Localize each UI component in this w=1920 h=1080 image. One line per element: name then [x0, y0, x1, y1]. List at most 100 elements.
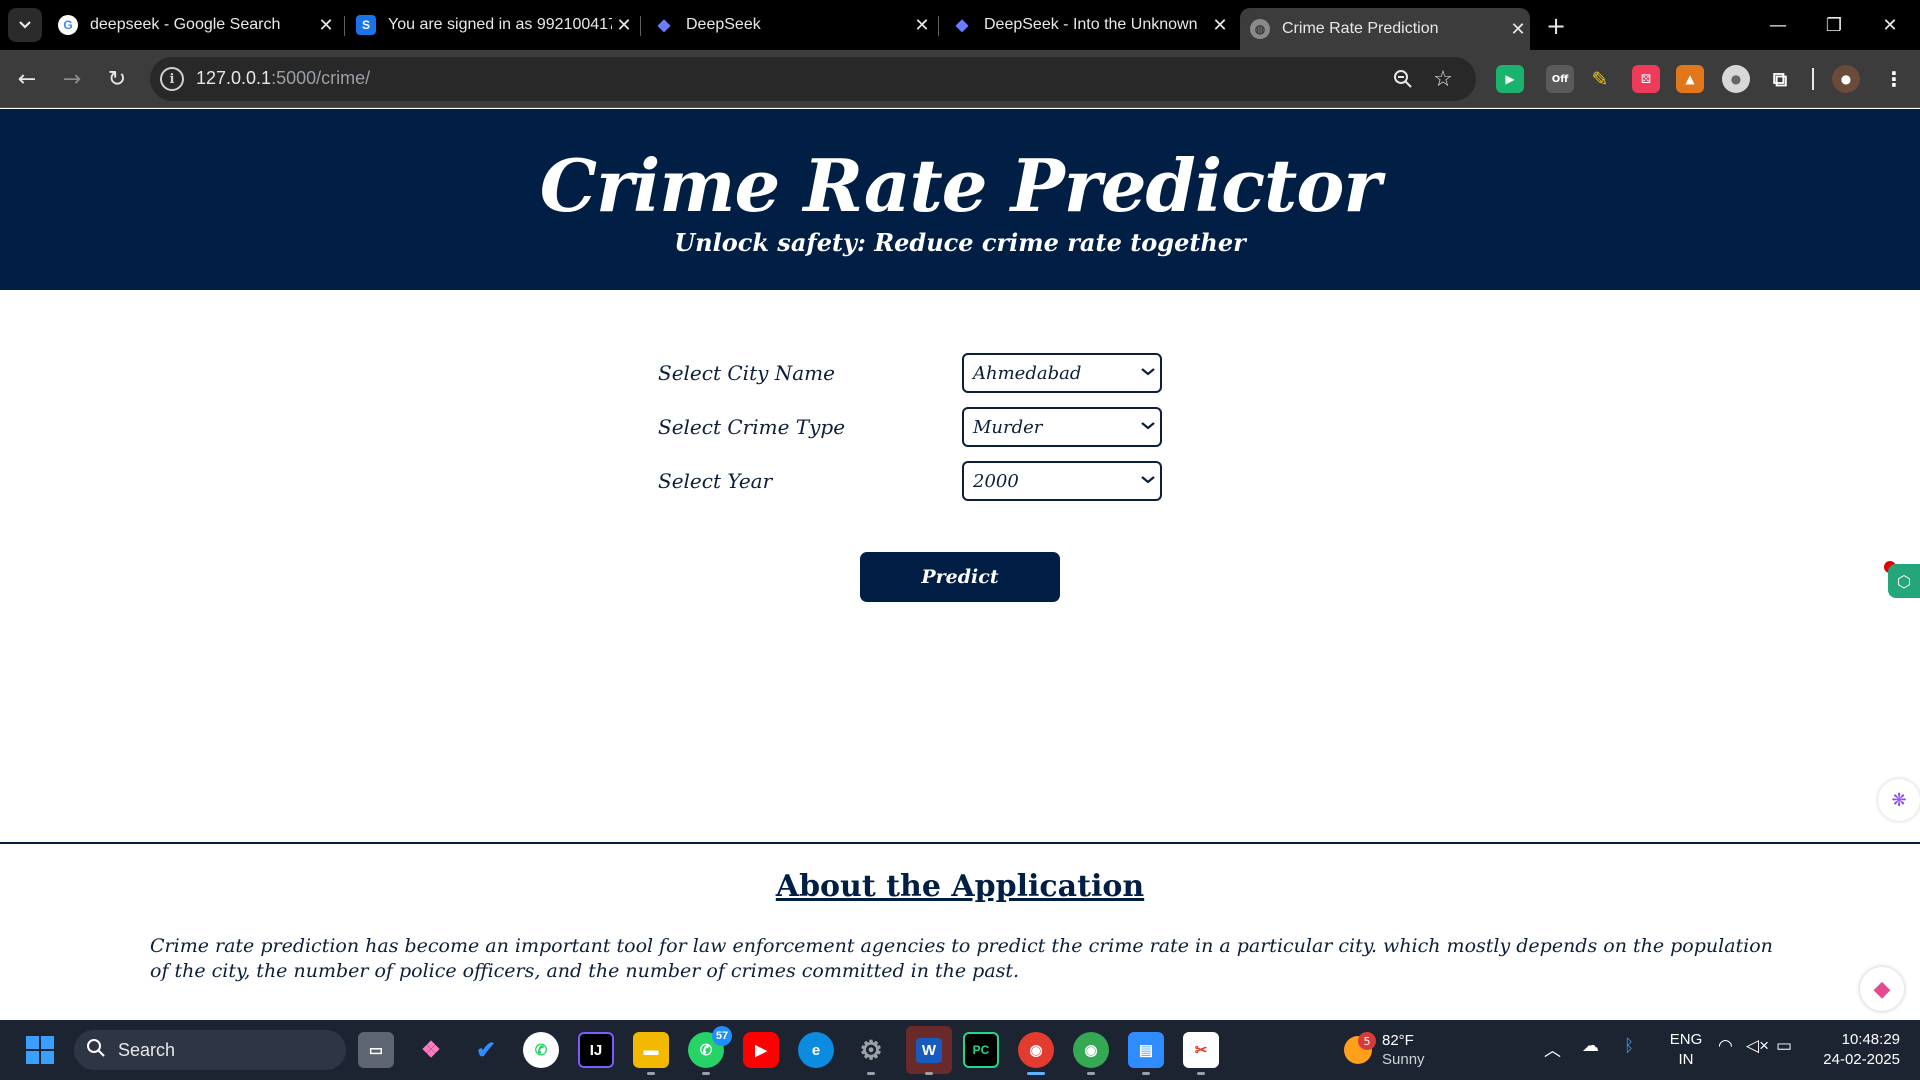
- kebab-menu-icon[interactable]: ⋮: [1880, 65, 1908, 93]
- zoom-icon[interactable]: [1390, 66, 1416, 92]
- fox-ext-icon[interactable]: ▲: [1676, 65, 1704, 93]
- tab-title: You are signed in as 992100417: [388, 16, 612, 33]
- dice-ext-icon[interactable]: ⚄: [1632, 65, 1660, 93]
- browser-toolbar: ← → ↻ i 127.0.0.1:5000/crime/ ☆ ▶ Off ✎ …: [0, 50, 1920, 108]
- predict-button[interactable]: Predict: [860, 552, 1060, 602]
- file-explorer-icon[interactable]: ▬: [633, 1032, 669, 1068]
- puzzle-icon[interactable]: ⧉: [1766, 65, 1794, 93]
- windows-start-icon[interactable]: [22, 1032, 58, 1068]
- about-paragraph: Crime rate prediction has become an impo…: [150, 935, 1773, 982]
- chevron-up-icon[interactable]: ︿: [1544, 1036, 1561, 1061]
- brain-ext-icon[interactable]: ❋: [1878, 779, 1920, 821]
- tab-title: DeepSeek: [686, 16, 761, 33]
- url-text[interactable]: 127.0.0.1:5000/crime/: [196, 68, 370, 89]
- restore-button[interactable]: ❐: [1806, 0, 1862, 50]
- weather-desc: Sunny: [1382, 1051, 1425, 1068]
- new-tab-button[interactable]: +: [1540, 10, 1572, 42]
- youtube-icon[interactable]: ▶: [743, 1032, 779, 1068]
- weather-widget[interactable]: 5 82°F Sunny: [1344, 1030, 1464, 1070]
- page-subtitle: Unlock safety: Reduce crime rate togethe…: [674, 228, 1246, 257]
- running-indicator: [925, 1072, 933, 1075]
- tab-divider: [938, 16, 939, 36]
- system-clock[interactable]: 10:48:29 24-02-2025: [1800, 1030, 1900, 1070]
- page-content: Crime Rate Predictor Unlock safety: Redu…: [0, 109, 1920, 1020]
- back-arrow-icon[interactable]: ←: [10, 62, 44, 96]
- lang-region: IN: [1678, 1051, 1694, 1068]
- chatgpt-sidebar-icon[interactable]: ⬡: [1888, 564, 1920, 598]
- tab-google-search[interactable]: G deepseek - Google Search ✕: [48, 8, 338, 42]
- chevron-down-icon: [1141, 472, 1155, 488]
- bookmark-star-icon[interactable]: ☆: [1430, 66, 1456, 92]
- volume-muted-icon[interactable]: ◁×: [1746, 1036, 1769, 1056]
- tab-deepseek[interactable]: ◆ DeepSeek ✕: [644, 8, 934, 42]
- close-icon[interactable]: ✕: [612, 13, 636, 37]
- active-indicator: [1027, 1072, 1045, 1075]
- globe-icon: ◍: [1250, 19, 1270, 39]
- toolbar-divider: [1812, 68, 1814, 90]
- search-icon: [86, 1038, 108, 1060]
- clock-date: 24-02-2025: [1823, 1051, 1900, 1068]
- pycharm-icon[interactable]: PC: [963, 1032, 999, 1068]
- battery-icon[interactable]: ▭: [1776, 1036, 1792, 1056]
- whatsapp-business-icon[interactable]: ✆ 57: [688, 1026, 732, 1068]
- reload-icon[interactable]: ↻: [100, 62, 134, 96]
- url-path: :5000/crime/: [271, 68, 371, 88]
- settings-gear-icon[interactable]: ⚙: [853, 1032, 889, 1068]
- app-window-icon[interactable]: ▤: [1128, 1032, 1164, 1068]
- search-label: Search: [118, 1040, 176, 1060]
- close-window-button[interactable]: ✕: [1862, 0, 1918, 50]
- s-logo-icon: S: [356, 15, 376, 35]
- lang-code: ENG: [1669, 1031, 1703, 1048]
- city-select[interactable]: Ahmedabad: [962, 353, 1162, 393]
- minimize-button[interactable]: —: [1750, 0, 1806, 50]
- section-divider: [0, 842, 1920, 844]
- wifi-icon[interactable]: ◠: [1718, 1036, 1733, 1056]
- todo-icon[interactable]: ✔: [468, 1032, 504, 1068]
- windows-taskbar: Search ▭ ❖ ✔ ✆ IJ ▬ ✆ 57 ▶ e ⚙ W PC ◉ ◉ ▤…: [0, 1020, 1920, 1080]
- snipping-tool-icon[interactable]: ✂: [1183, 1032, 1219, 1068]
- year-row: Select Year 2000: [658, 461, 1162, 501]
- word-icon[interactable]: W: [906, 1026, 952, 1074]
- off-ext-icon[interactable]: Off: [1546, 65, 1574, 93]
- tab-deepseek-unknown[interactable]: ◆ DeepSeek - Into the Unknown ✕: [942, 8, 1232, 42]
- tab-crime-rate-prediction[interactable]: ◍ Crime Rate Prediction ✕: [1240, 8, 1530, 50]
- forward-arrow-icon[interactable]: →: [55, 62, 89, 96]
- whatsapp-icon[interactable]: ✆: [523, 1032, 559, 1068]
- onedrive-icon[interactable]: ☁: [1582, 1036, 1599, 1056]
- running-indicator: [647, 1072, 655, 1075]
- chevron-down-icon: [1141, 364, 1155, 380]
- chrome-profile-icon[interactable]: ◉: [1073, 1032, 1109, 1068]
- google-g-icon: G: [58, 15, 78, 35]
- running-indicator: [1197, 1072, 1205, 1075]
- grey-ext-icon[interactable]: ●: [1722, 65, 1750, 93]
- language-indicator[interactable]: ENG IN: [1666, 1030, 1706, 1070]
- edge-icon[interactable]: e: [798, 1032, 834, 1068]
- copilot-icon[interactable]: ❖: [413, 1032, 449, 1068]
- tab-search-button[interactable]: [8, 8, 42, 42]
- chrome-icon[interactable]: ◉: [1018, 1032, 1054, 1068]
- running-indicator: [867, 1072, 875, 1075]
- task-view-icon[interactable]: ▭: [358, 1032, 394, 1068]
- close-icon[interactable]: ✕: [910, 13, 934, 37]
- city-row: Select City Name Ahmedabad: [658, 353, 1162, 393]
- intellij-icon[interactable]: IJ: [578, 1032, 614, 1068]
- close-icon[interactable]: ✕: [1506, 17, 1530, 41]
- address-bar[interactable]: i 127.0.0.1:5000/crime/ ☆: [150, 57, 1476, 101]
- avatar-icon[interactable]: ●: [1832, 65, 1860, 93]
- year-select[interactable]: 2000: [962, 461, 1162, 501]
- highlighter-ext-icon[interactable]: ✎: [1586, 65, 1614, 93]
- close-icon[interactable]: ✕: [314, 13, 338, 37]
- video-ext-icon[interactable]: ▶: [1496, 65, 1524, 93]
- diamond-ext-icon[interactable]: ◆: [1860, 967, 1904, 1011]
- clock-time: 10:48:29: [1841, 1031, 1900, 1048]
- taskbar-search[interactable]: Search: [74, 1030, 346, 1070]
- site-info-icon[interactable]: i: [160, 67, 184, 91]
- bluetooth-icon[interactable]: ᛒ: [1624, 1036, 1634, 1056]
- close-icon[interactable]: ✕: [1208, 13, 1232, 37]
- page-title: Crime Rate Predictor: [539, 143, 1382, 228]
- tab-signed-in[interactable]: S You are signed in as 992100417 ✕: [346, 8, 636, 42]
- tab-title: deepseek - Google Search: [90, 16, 281, 33]
- city-label: Select City Name: [658, 361, 835, 385]
- crime-select[interactable]: Murder: [962, 407, 1162, 447]
- running-indicator: [702, 1072, 710, 1075]
